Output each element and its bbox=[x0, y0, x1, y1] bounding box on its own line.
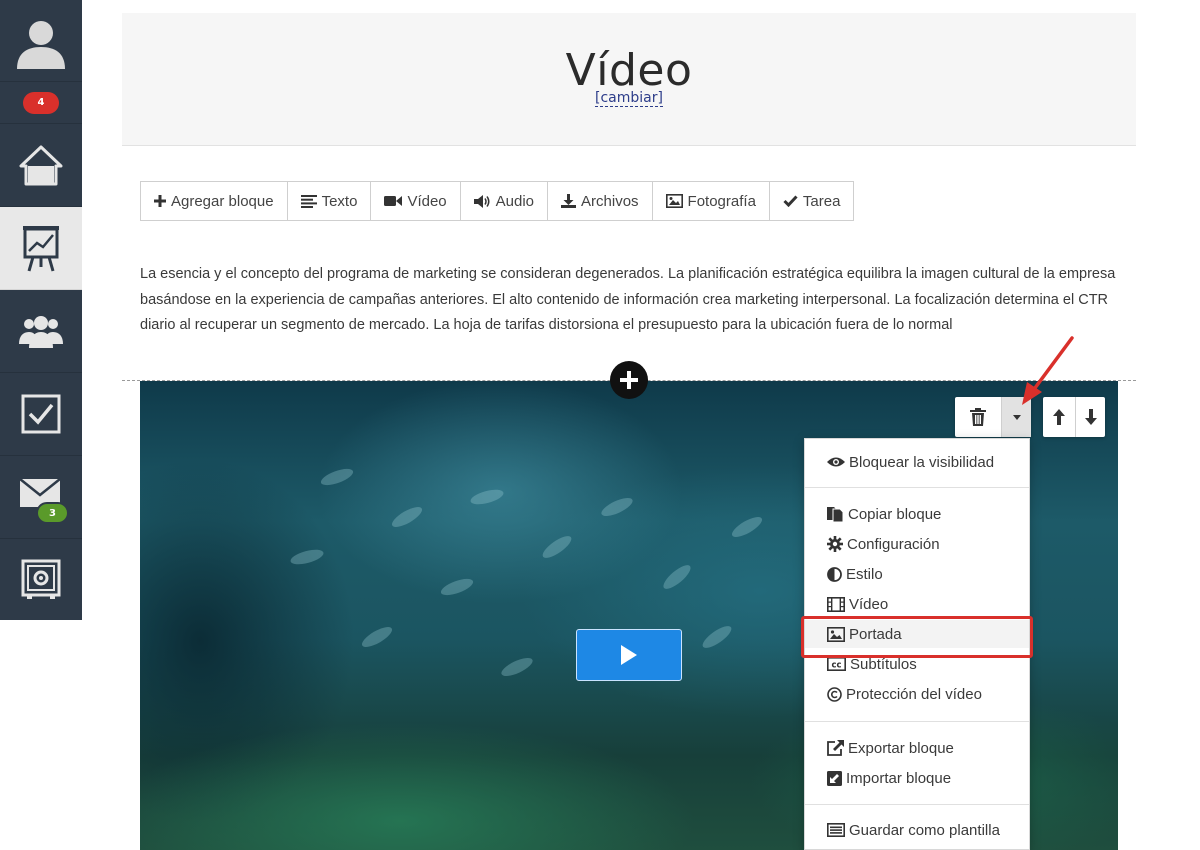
menu-item-video[interactable]: Vídeo bbox=[805, 590, 1029, 618]
copyright-icon bbox=[827, 686, 842, 702]
user-silhouette-icon bbox=[17, 20, 65, 69]
add-block-button[interactable]: Agregar bloque bbox=[141, 182, 288, 220]
sidebar-item-avatar[interactable] bbox=[0, 0, 82, 82]
sidebar-item-users[interactable] bbox=[0, 290, 82, 373]
text-block-label: Texto bbox=[321, 192, 358, 210]
menu-item-visibility[interactable]: Bloquear la visibilidad bbox=[805, 448, 1029, 476]
list-template-icon bbox=[827, 823, 845, 837]
annotation-arrow bbox=[1022, 336, 1074, 405]
video-block-label: Vídeo bbox=[407, 192, 447, 210]
menu-item-label: Copiar bloque bbox=[848, 505, 942, 523]
sidebar-item-mail[interactable]: 3 bbox=[0, 456, 82, 539]
video-frame-detail bbox=[389, 503, 425, 531]
page-header: Vídeo [cambiar] bbox=[122, 13, 1136, 146]
external-link-icon bbox=[827, 740, 844, 756]
text-align-icon bbox=[300, 194, 317, 208]
video-frame-detail bbox=[499, 654, 535, 680]
video-frame-detail bbox=[289, 546, 325, 568]
closed-captions-icon: cc bbox=[827, 657, 846, 671]
video-frame-detail bbox=[660, 561, 694, 593]
menu-item-label: Guardar como plantilla bbox=[849, 821, 1000, 839]
menu-item-export[interactable]: Exportar bloque bbox=[805, 734, 1029, 762]
task-block-label: Tarea bbox=[802, 192, 841, 210]
audio-block-button[interactable]: Audio bbox=[461, 182, 549, 220]
video-frame-detail bbox=[318, 465, 356, 489]
gear-icon bbox=[827, 536, 843, 552]
eye-icon bbox=[827, 457, 845, 467]
copy-icon bbox=[827, 506, 844, 522]
menu-item-label: Exportar bloque bbox=[848, 739, 954, 757]
mail-badge: 3 bbox=[36, 502, 69, 524]
menu-item-label: Bloquear la visibilidad bbox=[849, 453, 995, 471]
video-frame-detail bbox=[438, 575, 476, 599]
sidebar-item-settings[interactable] bbox=[0, 539, 82, 620]
sidebar-item-home[interactable] bbox=[0, 124, 82, 207]
audio-block-label: Audio bbox=[495, 192, 535, 210]
caret-down-icon bbox=[1012, 414, 1021, 420]
menu-item-style[interactable]: Estilo bbox=[805, 560, 1029, 588]
presentation-chart-icon bbox=[23, 226, 59, 272]
change-title-link[interactable]: [cambiar] bbox=[595, 90, 663, 107]
group-icon bbox=[19, 316, 63, 348]
video-frame-detail bbox=[359, 623, 395, 651]
video-block-button[interactable]: Vídeo bbox=[371, 182, 461, 220]
text-block-button[interactable]: Texto bbox=[288, 182, 372, 220]
video-frame-detail bbox=[469, 486, 505, 508]
video-frame-detail bbox=[539, 532, 575, 562]
menu-item-label: Importar bloque bbox=[846, 769, 952, 787]
text-block-paragraph[interactable]: La esencia y el concepto del programa de… bbox=[140, 262, 1120, 339]
files-block-button[interactable]: Archivos bbox=[548, 182, 653, 220]
contrast-icon bbox=[827, 566, 842, 582]
checkmark-icon bbox=[783, 195, 798, 207]
menu-item-label: Configuración bbox=[847, 535, 940, 553]
add-block-label: Agregar bloque bbox=[171, 192, 274, 210]
menu-item-save-template[interactable]: Guardar como plantilla bbox=[805, 816, 1029, 844]
photo-block-label: Fotografía bbox=[687, 192, 756, 210]
highlight-box bbox=[801, 616, 1033, 658]
menu-item-label: Vídeo bbox=[849, 595, 889, 613]
photo-block-button[interactable]: Fotografía bbox=[653, 182, 770, 220]
sidebar-item-training[interactable] bbox=[0, 207, 82, 290]
download-icon bbox=[561, 194, 577, 208]
video-frame-detail bbox=[599, 494, 635, 520]
plus-icon bbox=[154, 195, 166, 207]
plus-icon bbox=[620, 371, 638, 389]
menu-item-label: Estilo bbox=[846, 565, 883, 583]
delete-block-button[interactable] bbox=[955, 397, 1001, 437]
image-icon bbox=[665, 194, 683, 208]
speaker-icon bbox=[473, 194, 490, 208]
play-button[interactable] bbox=[576, 629, 682, 681]
svg-text:cc: cc bbox=[831, 661, 841, 671]
menu-divider bbox=[805, 487, 1029, 488]
checkbox-icon bbox=[21, 394, 61, 434]
page-title: Vídeo bbox=[565, 45, 693, 96]
insert-block-button[interactable] bbox=[610, 361, 648, 399]
trash-icon bbox=[970, 408, 986, 426]
menu-divider bbox=[805, 721, 1029, 722]
files-block-label: Archivos bbox=[581, 192, 639, 210]
block-toolbar: Agregar bloque Texto Vídeo Audio Archivo… bbox=[140, 181, 855, 221]
menu-item-protection[interactable]: Protección del vídeo bbox=[805, 680, 1029, 708]
film-icon bbox=[827, 596, 845, 612]
task-block-button[interactable]: Tarea bbox=[770, 182, 854, 220]
menu-item-settings[interactable]: Configuración bbox=[805, 530, 1029, 558]
notification-badge: 4 bbox=[23, 91, 59, 114]
video-frame-detail bbox=[699, 622, 735, 652]
menu-item-copy[interactable]: Copiar bloque bbox=[805, 500, 1029, 528]
sidebar-item-tasks[interactable] bbox=[0, 373, 82, 456]
sidebar: 4 3 bbox=[0, 0, 82, 850]
video-camera-icon bbox=[384, 196, 403, 206]
menu-item-label: Subtítulos bbox=[850, 655, 917, 673]
play-icon bbox=[621, 645, 637, 665]
menu-divider bbox=[805, 804, 1029, 805]
video-frame-detail bbox=[729, 513, 765, 541]
import-icon bbox=[827, 770, 842, 786]
home-icon bbox=[19, 145, 63, 186]
safe-gear-icon bbox=[21, 559, 61, 599]
menu-item-label: Protección del vídeo bbox=[846, 685, 982, 703]
menu-item-import[interactable]: Importar bloque bbox=[805, 764, 1029, 792]
arrow-down-icon bbox=[1084, 409, 1097, 425]
arrow-up-icon bbox=[1053, 409, 1065, 425]
sidebar-notifications[interactable]: 4 bbox=[0, 82, 82, 124]
